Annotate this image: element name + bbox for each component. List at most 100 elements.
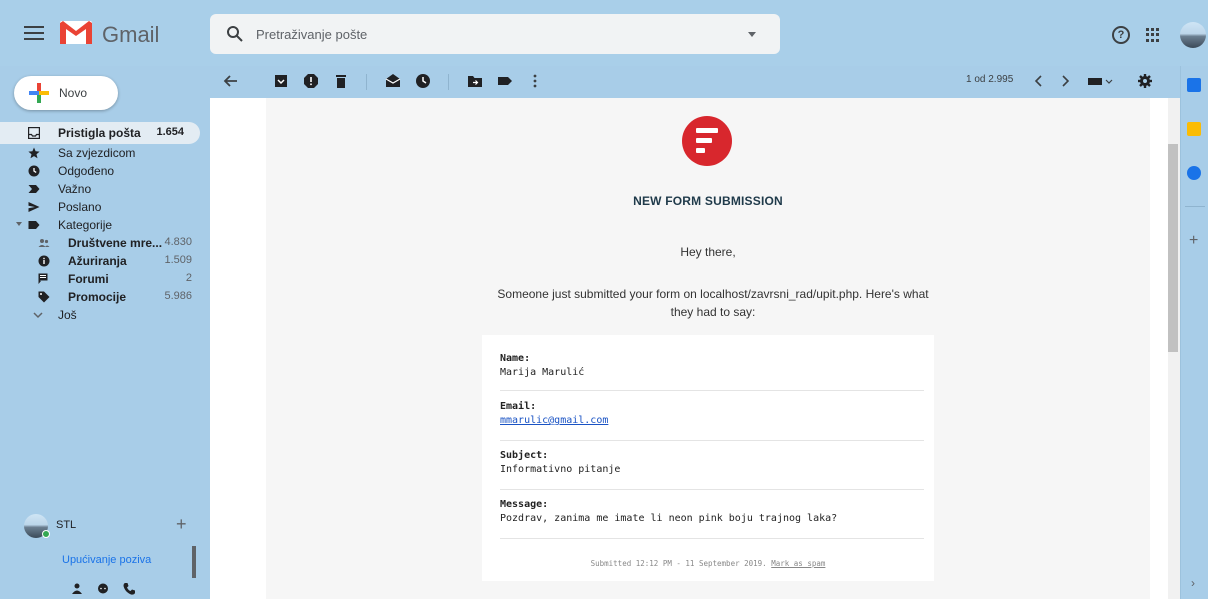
inbox-icon <box>28 127 40 139</box>
calendar-icon[interactable] <box>1187 78 1201 92</box>
sidebar-item-inbox[interactable]: Pristigla pošta 1.654 <box>0 122 200 144</box>
sidebar-item-label: Odgođeno <box>58 164 115 178</box>
tag-icon <box>38 291 50 303</box>
email-greeting: Hey there, <box>680 245 736 259</box>
apps-grid-icon[interactable] <box>1146 28 1160 42</box>
sidebar-item-snoozed[interactable]: Odgođeno <box>0 162 208 180</box>
input-tools-icon[interactable] <box>1086 72 1114 90</box>
star-icon <box>28 147 40 159</box>
email-heading: NEW FORM SUBMISSION <box>633 194 783 208</box>
label-icon[interactable] <box>496 72 514 90</box>
submission-card: Name: Marija Marulić Email: mmarulic@gma… <box>482 335 934 581</box>
report-spam-icon[interactable] <box>302 72 320 90</box>
compose-button[interactable]: Novo <box>14 76 118 110</box>
sidebar-item-label: Poslano <box>58 200 102 214</box>
sidebar-item-more[interactable]: Još <box>0 306 208 324</box>
info-icon <box>38 255 50 267</box>
sidebar-item-updates[interactable]: Ažuriranja 1.509 <box>0 252 208 270</box>
field-message: Message: Pozdrav, zanima me imate li neo… <box>500 499 924 539</box>
side-panel-divider <box>1185 206 1205 207</box>
field-label: Email: <box>500 401 537 412</box>
sidebar-item-label: Sa zvjezdicom <box>58 146 136 160</box>
toolbar-divider <box>448 74 449 90</box>
sidebar-item-label: Forumi <box>68 272 109 286</box>
sidebar-item-sent[interactable]: Poslano <box>0 198 208 216</box>
main-menu-icon[interactable] <box>24 22 44 44</box>
chat-icon[interactable] <box>96 582 110 596</box>
invite-button[interactable]: Upućivanje poziva <box>62 554 151 566</box>
tasks-icon[interactable] <box>1187 166 1201 180</box>
email-body: NEW FORM SUBMISSION Hey there, Someone j… <box>266 98 1150 599</box>
people-icon <box>38 239 50 247</box>
field-subject: Subject: Informativno pitanje <box>500 450 924 490</box>
sidebar-item-label: Promocije <box>68 290 127 304</box>
unread-count: 2 <box>185 272 192 284</box>
submitted-timestamp: Submitted 12:12 PM - 11 September 2019. <box>590 559 767 568</box>
snooze-clock-icon[interactable] <box>414 72 432 90</box>
phone-icon[interactable] <box>122 582 136 596</box>
move-to-icon[interactable] <box>466 72 484 90</box>
scrollbar-thumb[interactable] <box>1168 144 1178 352</box>
gear-icon[interactable] <box>1136 72 1154 90</box>
email-intro: Someone just submitted your form on loca… <box>497 287 929 319</box>
message-view: NEW FORM SUBMISSION Hey there, Someone j… <box>210 98 1168 599</box>
mark-unread-icon[interactable] <box>384 72 402 90</box>
submission-footer: Submitted 12:12 PM - 11 September 2019. … <box>482 559 934 568</box>
sidebar-item-categories[interactable]: Kategorije <box>0 216 208 234</box>
expand-arrow-icon[interactable] <box>16 222 22 226</box>
contacts-icon[interactable] <box>70 582 84 596</box>
hangouts-username: STL <box>56 519 77 531</box>
delete-icon[interactable] <box>332 72 350 90</box>
sidebar-item-label: Kategorije <box>58 218 113 232</box>
toolbar-divider <box>366 74 367 90</box>
formspree-logo-icon <box>682 116 732 166</box>
header: Gmail ? <box>0 0 1208 66</box>
get-addons-icon[interactable]: + <box>1189 232 1198 250</box>
field-name: Name: Marija Marulić <box>500 353 924 391</box>
sidebar-item-label: Pristigla pošta <box>58 126 141 140</box>
label-icon <box>28 221 40 229</box>
sidebar-item-starred[interactable]: Sa zvjezdicom <box>0 144 208 162</box>
unread-count: 4.830 <box>164 236 192 248</box>
sidebar-item-promotions[interactable]: Promocije 5.986 <box>0 288 208 306</box>
hangouts-scrollbar[interactable] <box>192 546 196 578</box>
chevron-right-icon[interactable] <box>1056 72 1074 90</box>
keep-icon[interactable] <box>1187 122 1201 136</box>
hangouts-user[interactable]: STL + <box>22 514 202 538</box>
sidebar-item-label: Važno <box>58 182 92 196</box>
search-bar[interactable] <box>210 14 780 54</box>
unread-count: 5.986 <box>164 290 192 302</box>
search-input[interactable] <box>256 22 726 46</box>
message-scrollbar[interactable] <box>1168 98 1180 599</box>
back-arrow-icon[interactable] <box>222 72 240 90</box>
sidebar-item-social[interactable]: Društvene mre... 4.830 <box>0 234 208 252</box>
search-icon[interactable] <box>226 25 244 43</box>
account-avatar[interactable] <box>1180 22 1206 48</box>
sidebar-item-forums[interactable]: Forumi 2 <box>0 270 208 288</box>
mark-as-spam-link[interactable]: Mark as spam <box>771 559 825 568</box>
unread-count: 1.654 <box>156 126 184 138</box>
sidebar-item-label: Društvene mre... <box>68 236 163 250</box>
message-toolbar: 1 od 2.995 <box>210 66 1170 98</box>
expand-panel-icon[interactable]: › <box>1191 576 1195 590</box>
sidebar: Pristigla pošta 1.654 Sa zvjezdicom Odgo… <box>0 122 208 324</box>
field-value: Pozdrav, zanima me imate li neon pink bo… <box>500 513 838 524</box>
send-icon <box>28 202 40 212</box>
sidebar-item-important[interactable]: Važno <box>0 180 208 198</box>
field-value: Informativno pitanje <box>500 464 621 475</box>
unread-count: 1.509 <box>164 254 192 266</box>
chevron-left-icon[interactable] <box>1030 72 1048 90</box>
field-label: Message: <box>500 499 549 510</box>
help-icon[interactable]: ? <box>1112 26 1130 44</box>
field-label: Name: <box>500 353 531 364</box>
email-link[interactable]: mmarulic@gmail.com <box>500 415 924 426</box>
more-options-icon[interactable] <box>526 72 544 90</box>
gmail-logo-icon[interactable] <box>58 18 94 46</box>
field-email: Email: mmarulic@gmail.com <box>500 401 924 441</box>
online-status-icon <box>42 530 50 538</box>
archive-icon[interactable] <box>272 72 290 90</box>
add-contact-icon[interactable]: + <box>176 514 187 535</box>
side-panel: + › <box>1180 66 1208 599</box>
app-title: Gmail <box>102 22 160 47</box>
search-options-icon[interactable] <box>748 32 756 37</box>
